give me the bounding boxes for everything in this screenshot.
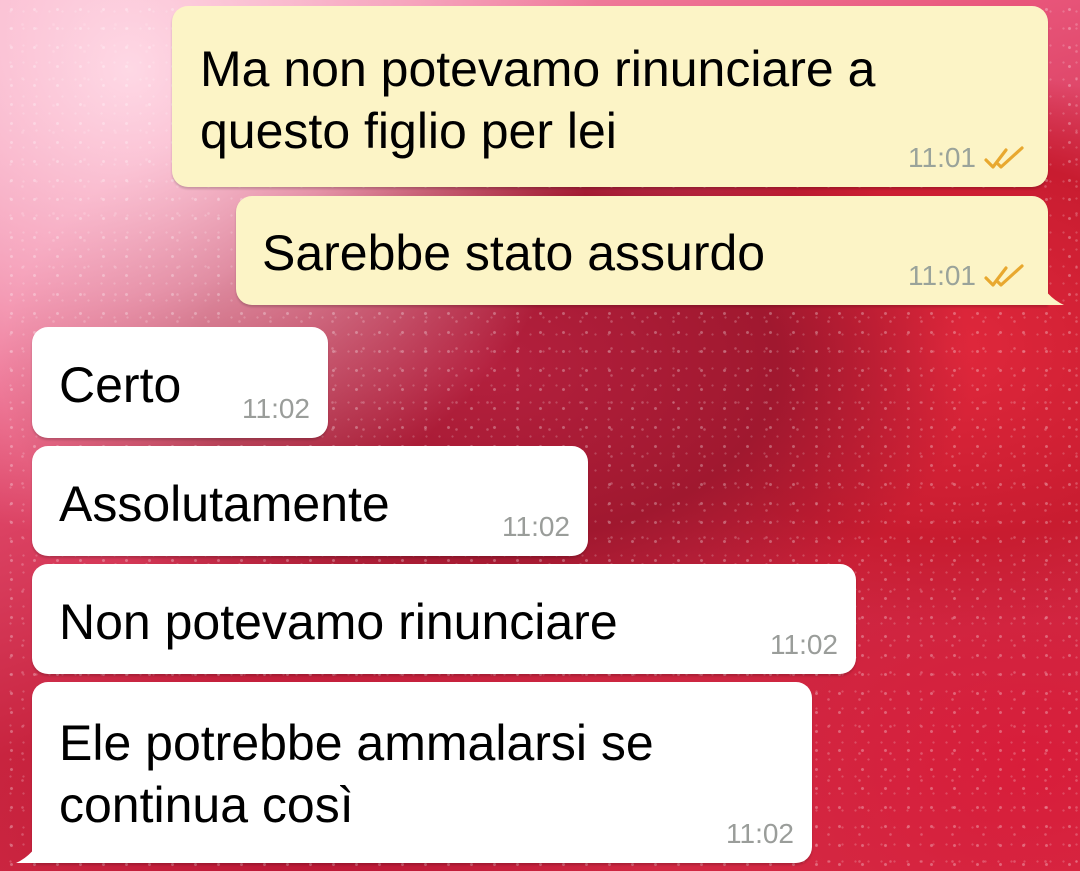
double-check-icon: [984, 146, 1024, 169]
chat-background: Ma non potevamo rinunciare a questo figl…: [0, 0, 1080, 871]
message-time: 11:02: [726, 818, 794, 849]
message-meta: 11:02: [502, 512, 570, 542]
message-time: 11:01: [908, 142, 976, 173]
message-time: 11:01: [908, 260, 976, 291]
bubble-tail: [1036, 275, 1064, 305]
message-meta: 11:02: [242, 394, 310, 424]
outgoing-message[interactable]: Sarebbe stato assurdo 11:01: [236, 196, 1064, 305]
message-text: Non potevamo rinunciare: [59, 594, 618, 650]
message-time: 11:02: [770, 629, 838, 660]
message-text: Assolutamente: [59, 476, 390, 532]
double-check-icon: [984, 264, 1024, 287]
message-meta: 11:01: [908, 261, 1030, 291]
message-meta: 11:01: [908, 143, 1030, 173]
incoming-message[interactable]: Assolutamente 11:02: [32, 446, 588, 556]
message-meta: 11:02: [726, 819, 794, 849]
bubble-tail: [16, 833, 44, 863]
incoming-message[interactable]: Non potevamo rinunciare 11:02: [32, 564, 856, 674]
message-time: 11:02: [242, 393, 310, 424]
incoming-message[interactable]: Ele potrebbe ammalarsi se continua così …: [16, 682, 812, 863]
message-meta: 11:02: [770, 630, 838, 660]
incoming-message[interactable]: Certo 11:02: [32, 327, 328, 438]
outgoing-message[interactable]: Ma non potevamo rinunciare a questo figl…: [172, 6, 1048, 187]
message-time: 11:02: [502, 511, 570, 542]
message-text: Ma non potevamo rinunciare a questo figl…: [200, 41, 876, 159]
message-text: Ele potrebbe ammalarsi se continua così: [59, 715, 654, 833]
